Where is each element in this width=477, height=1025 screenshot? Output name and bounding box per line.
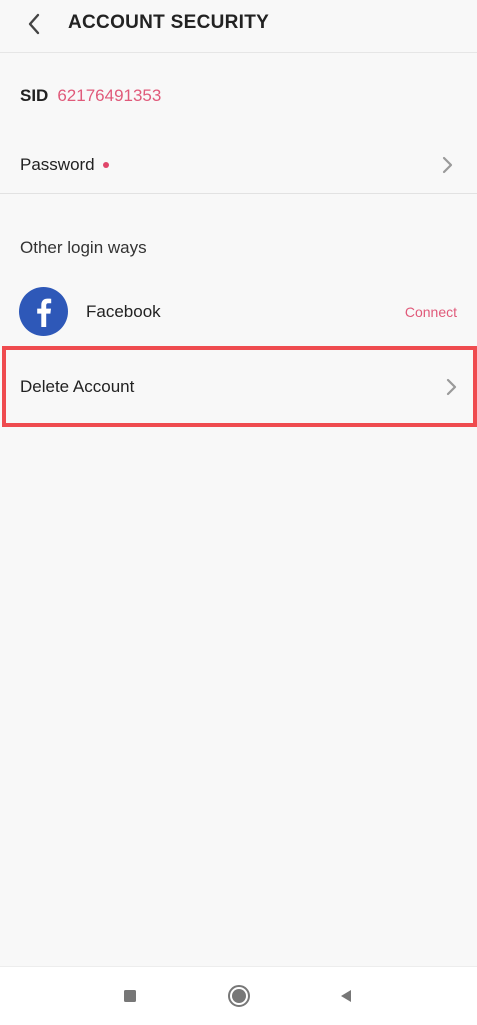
sid-value: 62176491353 [57,86,162,105]
alert-dot-icon [103,162,109,168]
recents-button[interactable] [115,981,145,1011]
login-provider-facebook: Facebook Connect [0,285,477,339]
password-row[interactable]: Password [0,137,477,194]
password-label: Password [20,155,95,174]
delete-account-row[interactable]: Delete Account [2,346,477,427]
other-login-heading: Other login ways [20,238,147,257]
app-header: ACCOUNT SECURITY [0,0,477,53]
chevron-left-icon [28,13,40,35]
delete-account-label: Delete Account [20,377,135,396]
back-nav-button[interactable] [331,981,361,1011]
back-triangle-icon [341,990,351,1002]
back-button[interactable] [14,6,54,42]
home-circle-icon [228,985,250,1007]
sid-label: SID [20,86,49,105]
facebook-connect-button[interactable]: Connect [405,304,457,320]
chevron-right-icon [442,156,453,174]
facebook-icon [19,287,68,336]
page-title: ACCOUNT SECURITY [68,12,270,33]
facebook-label: Facebook [86,302,161,321]
home-button[interactable] [224,981,254,1011]
sid-row: SID 62176491353 [20,76,161,116]
chevron-right-icon [446,378,457,396]
account-security-screen: ACCOUNT SECURITY SID 62176491353 Passwor… [0,0,477,1025]
system-navigation-bar [0,966,477,1025]
recents-square-icon [124,990,136,1002]
